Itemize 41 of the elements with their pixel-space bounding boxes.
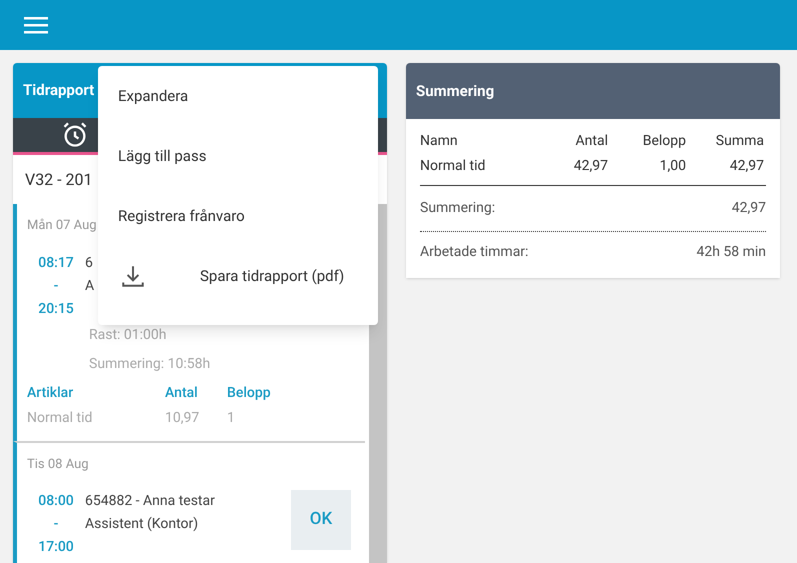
shift-role: Assistent (Kontor) (85, 515, 198, 534)
hours-label: Arbetade timmar: (420, 243, 528, 262)
table-cell-text: 1 (227, 408, 236, 428)
menu-item[interactable]: Expandera (98, 66, 378, 126)
shift-code: 6 (85, 254, 93, 272)
break-text: Rast: 01:00h (89, 326, 166, 344)
total-label: Summering: (420, 199, 496, 218)
menu-item[interactable]: Registrera frånvaro (98, 186, 378, 246)
shift-role: A (85, 276, 94, 296)
table-cell-text: 1,00 (658, 157, 686, 176)
start-time: 08:00 (38, 492, 74, 511)
column-header: Antal (574, 132, 608, 151)
column-header: Antal (165, 384, 199, 402)
table-cell-text: 42,97 (572, 157, 608, 176)
week-label: V32 - 201 (25, 168, 93, 190)
time-separator: - (54, 276, 58, 296)
day-date: Tis 08 Aug (27, 456, 89, 474)
menu-icon[interactable] (24, 16, 48, 34)
card-title: Tidrapport (23, 80, 94, 102)
menu-item[interactable]: Spara tidrapport (pdf) (98, 246, 378, 306)
start-time: 08:17 (38, 254, 74, 272)
table-cell-text: 42,97 (728, 157, 764, 176)
column-header: Namn (420, 132, 459, 151)
column-header: Belopp (227, 384, 272, 402)
column-header: Belopp (642, 132, 686, 151)
menu-item[interactable]: Lägg till pass (98, 126, 378, 186)
table-cell-text: Normal tid (27, 408, 94, 428)
time-separator: - (54, 515, 58, 534)
day-date: Mån 07 Aug (27, 217, 97, 235)
card-title: Summering (416, 80, 494, 102)
end-time: 17:00 (38, 538, 74, 557)
shift-code: 654882 - Anna testar (85, 492, 215, 511)
alarm-clock-icon[interactable] (61, 121, 89, 149)
column-header: Artiklar (27, 384, 74, 402)
table-cell-text: 10,97 (165, 408, 200, 428)
column-header: Summa (714, 132, 764, 151)
hours-value: 42h 58 min (696, 243, 766, 262)
shift-summary: Summering: 10:58h (89, 354, 210, 374)
total-value: 42,97 (732, 199, 766, 218)
table-cell-text: Normal tid (420, 157, 486, 176)
end-time: 20:15 (38, 300, 74, 318)
